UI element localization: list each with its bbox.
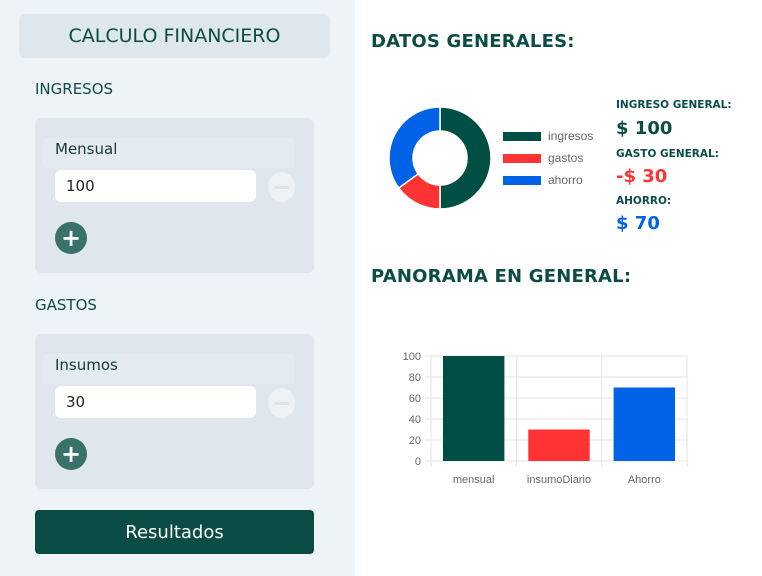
x-tick-label: Ahorro — [628, 474, 661, 486]
y-tick-label: 60 — [409, 393, 421, 405]
bar-Ahorro — [613, 387, 676, 461]
bar-chart: 0 20 40 60 80 100 mensual insumoDiario Ahorro — [403, 351, 688, 486]
plus-icon: + — [60, 440, 82, 468]
y-tick-label: 20 — [409, 435, 421, 447]
income-section-label: INGRESOS — [35, 80, 114, 98]
income-total-label: INGRESO GENERAL: — [616, 99, 732, 111]
expense-item-label: Insumos — [55, 356, 118, 374]
income-card: Mensual 100 + — [35, 118, 314, 273]
legend-label-expense: gastos — [548, 151, 584, 165]
app-title: CALCULO FINANCIERO — [19, 14, 330, 58]
general-data-heading: DATOS GENERALES: — [371, 31, 575, 52]
donut-chart — [388, 106, 492, 210]
donut-slice-ingresos — [439, 106, 492, 210]
legend-swatch-expense — [503, 153, 541, 163]
bar-insumoDiario — [528, 429, 590, 461]
legend-item-income: ingresos — [503, 129, 593, 143]
panorama-heading: PANORAMA EN GENERAL: — [371, 266, 632, 287]
legend-item-saving: ahorro — [503, 173, 583, 187]
remove-income-button[interactable] — [268, 172, 295, 202]
plus-icon: + — [60, 224, 82, 252]
add-income-button[interactable]: + — [55, 222, 87, 254]
legend-label-saving: ahorro — [548, 173, 583, 187]
y-tick-label: 40 — [409, 414, 421, 426]
minus-icon — [274, 185, 289, 189]
x-tick-label: insumoDiario — [527, 474, 591, 486]
expenses-section-label: GASTOS — [35, 296, 97, 314]
expenses-card: Insumos 30 + — [35, 334, 314, 489]
remove-expense-button[interactable] — [268, 388, 295, 418]
legend-item-expense: gastos — [503, 151, 583, 165]
legend-swatch-saving — [503, 175, 541, 185]
legend-label-income: ingresos — [548, 129, 594, 143]
legend-swatch-income — [503, 131, 541, 141]
saving-total-value: $ 70 — [616, 213, 660, 234]
results-button[interactable]: Resultados — [35, 510, 314, 554]
minus-icon — [274, 401, 289, 405]
y-tick-label: 100 — [403, 351, 421, 363]
donut-slice-ahorro — [388, 106, 441, 190]
income-amount-input[interactable]: 100 — [55, 170, 256, 202]
income-total-value: $ 100 — [616, 118, 673, 139]
y-tick-label: 80 — [409, 372, 421, 384]
saving-total-label: AHORRO: — [616, 195, 672, 207]
expense-amount-input[interactable]: 30 — [55, 386, 256, 418]
x-tick-label: mensual — [453, 474, 495, 486]
bar-mensual — [442, 356, 505, 461]
add-expense-button[interactable]: + — [55, 438, 87, 470]
expense-total-value: -$ 30 — [616, 166, 668, 187]
income-item-label: Mensual — [55, 140, 118, 158]
y-tick-label: 0 — [415, 456, 421, 468]
expense-total-label: GASTO GENERAL: — [616, 148, 719, 160]
input-panel: CALCULO FINANCIERO INGRESOS Mensual 100 … — [0, 0, 355, 576]
